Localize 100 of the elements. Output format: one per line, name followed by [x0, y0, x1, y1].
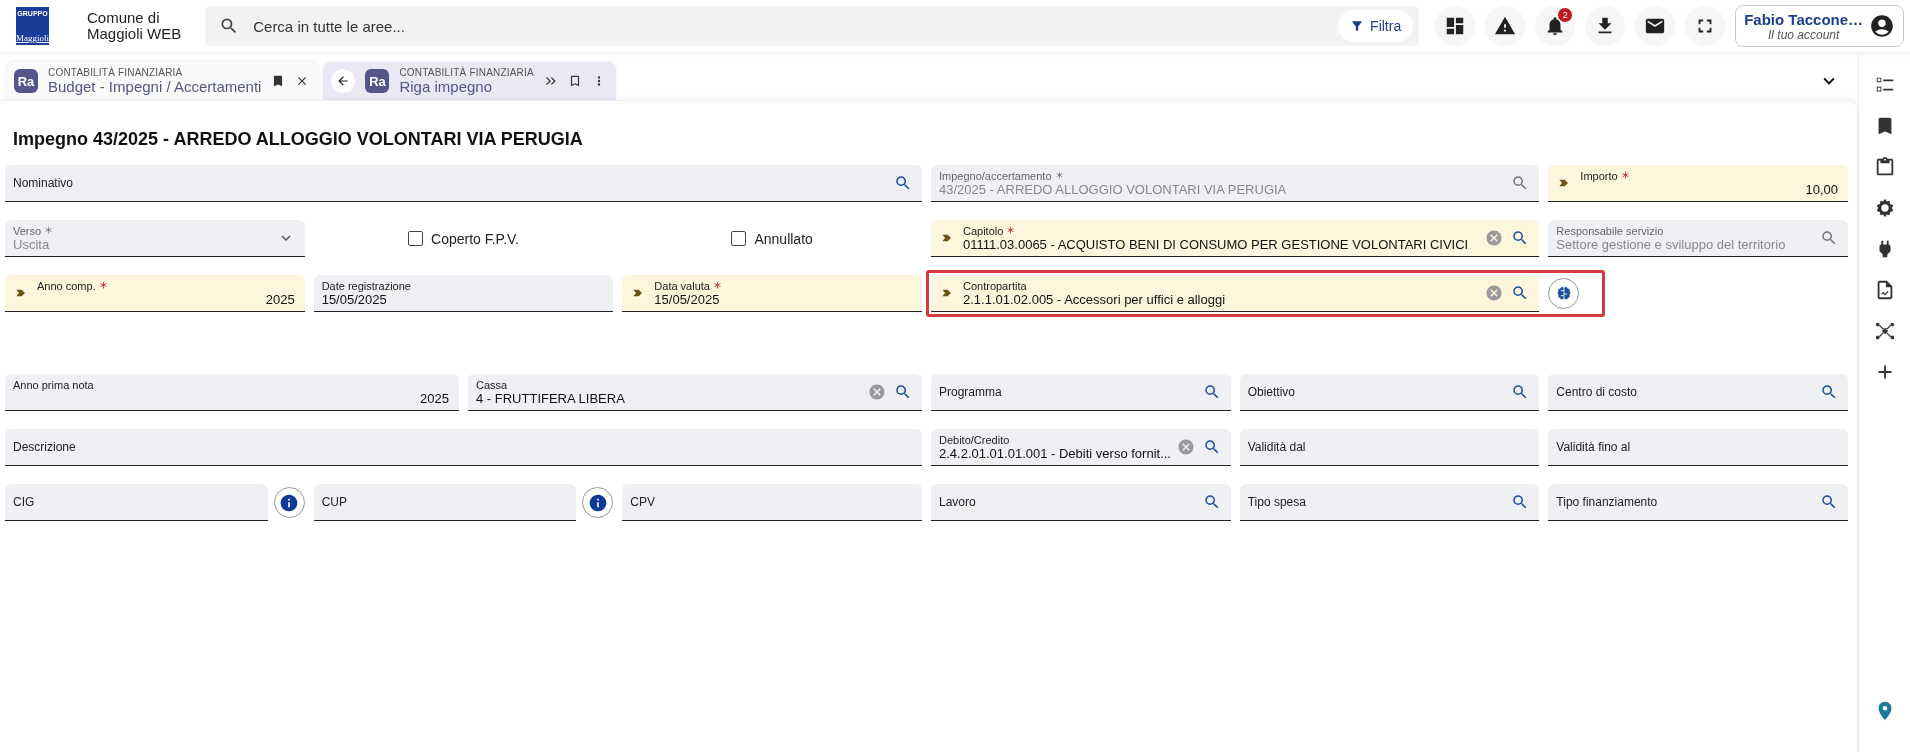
- field-value: 2.1.1.01.02.005 - Accessori per uffici e alloggi: [963, 291, 1227, 307]
- field-label: CPV: [630, 495, 655, 509]
- field-label: Centro di costo: [1556, 385, 1638, 399]
- dashboard-button[interactable]: [1435, 6, 1476, 46]
- field-label: Validità fino al: [1556, 440, 1631, 454]
- field-label: Anno comp.: [37, 279, 96, 292]
- input-field[interactable]: CIG: [5, 484, 268, 521]
- select-field[interactable]: Verso Uscita: [5, 220, 305, 257]
- fullscreen-button[interactable]: [1685, 6, 1726, 46]
- network-icon[interactable]: [1873, 320, 1896, 342]
- tab-title: Budget - Impegni / Accertamenti: [48, 78, 262, 95]
- notification-count: 2: [1558, 8, 1573, 22]
- download-button[interactable]: [1585, 6, 1626, 46]
- search-icon[interactable]: [1202, 438, 1221, 456]
- field-label: Data valuta: [654, 279, 710, 292]
- number-field[interactable]: Anno comp. 2025: [5, 275, 305, 312]
- field-value: 4 - FRUTTIFERA LIBERA: [476, 390, 626, 406]
- field-value: 10,00: [1804, 181, 1838, 197]
- search-icon[interactable]: [1202, 383, 1221, 401]
- filter-button[interactable]: Filtra: [1338, 10, 1414, 42]
- field-label: Anno prima nota: [13, 378, 94, 391]
- input-field[interactable]: CUP: [313, 484, 577, 521]
- field-label: Cassa: [476, 378, 508, 391]
- tab-title: Riga impegno: [399, 78, 493, 95]
- tab-category: CONTABILITÀ FINANZIARIA: [48, 67, 184, 78]
- tab[interactable]: Ra CONTABILITÀ FINANZIARIA Budget - Impegni / Accertamenti: [6, 62, 320, 100]
- input-field[interactable]: Data valuta 15/05/2025: [622, 275, 922, 312]
- account-icon: [1869, 13, 1896, 39]
- field-label: Verso: [13, 224, 42, 237]
- lookup-field[interactable]: Debito/Credito 2.4.2.01.01.01.001 - Debiti verso fornit...: [931, 429, 1231, 466]
- lookup-field[interactable]: Cassa 4 - FRUTTIFERA LIBERA: [468, 374, 922, 411]
- field-label: Validità dal: [1247, 440, 1306, 454]
- field-label: Nominativo: [13, 176, 74, 190]
- notifications-button[interactable]: 2: [1535, 6, 1576, 46]
- clear-icon[interactable]: [1485, 229, 1504, 247]
- warning-button[interactable]: [1485, 6, 1526, 46]
- lookup-field[interactable]: Programma: [931, 374, 1231, 411]
- back-icon[interactable]: [331, 69, 356, 93]
- input-field[interactable]: Validità dal: [1239, 429, 1540, 466]
- brain-button[interactable]: [1548, 278, 1580, 309]
- app-badge: Ra: [14, 69, 38, 93]
- field-label: Obiettivo: [1247, 385, 1295, 399]
- field-label: Date registrazione: [321, 279, 411, 292]
- lookup-field[interactable]: Nominativo: [5, 165, 922, 202]
- info-icon: [587, 492, 608, 513]
- search-icon[interactable]: [1820, 229, 1838, 247]
- field-label: Tipo finanziamento: [1556, 495, 1658, 509]
- tab-category: CONTABILITÀ FINANZIARIA: [399, 67, 534, 78]
- search-icon[interactable]: [1820, 493, 1838, 511]
- field-value: 2025: [264, 291, 295, 307]
- field-label: Impegno/accertamento: [939, 169, 1052, 182]
- field-label: Contropartita: [963, 279, 1027, 292]
- app-badge: Ra: [365, 69, 390, 93]
- lookup-field[interactable]: Contropartita 2.1.1.01.02.005 - Accessori per uffici e alloggi: [931, 275, 1540, 312]
- checkbox[interactable]: [408, 231, 423, 246]
- field-label: Programma: [939, 385, 1002, 399]
- info-button[interactable]: [582, 487, 614, 518]
- page-title: Impegno 43/2025 - ARREDO ALLOGGIO VOLONTARI VIA PERUGIA: [13, 129, 584, 150]
- field-label: Lavoro: [939, 495, 976, 509]
- lookup-field[interactable]: Impegno/accertamento 43/2025 - ARREDO ALLOGGIO VOLONTARI VIA PERUGIA: [931, 165, 1540, 202]
- lookup-field[interactable]: Responsabile servizio Settore gestione e sviluppo del territorio: [1548, 220, 1848, 257]
- mail-button[interactable]: [1635, 6, 1676, 46]
- field-value: 15/05/2025: [321, 291, 387, 307]
- search-icon[interactable]: [1820, 383, 1838, 401]
- field-value: Uscita: [13, 236, 51, 252]
- search-icon[interactable]: [1202, 493, 1221, 511]
- checkbox[interactable]: [731, 231, 747, 246]
- search-icon[interactable]: [894, 174, 912, 192]
- account-button[interactable]: Fabio Taccone… Il tuo account: [1735, 5, 1905, 47]
- warning-icon: [1494, 15, 1517, 37]
- lookup-field[interactable]: Centro di costo: [1548, 374, 1848, 411]
- input-field[interactable]: Descrizione: [5, 429, 922, 466]
- input-field[interactable]: CPV: [622, 484, 922, 521]
- input-field[interactable]: Date registrazione 15/05/2025: [313, 275, 614, 312]
- input-field[interactable]: Validità fino al: [1548, 429, 1848, 466]
- field-value: 15/05/2025: [654, 291, 721, 307]
- lookup-field[interactable]: Tipo spesa: [1239, 484, 1540, 521]
- clear-icon[interactable]: [1485, 284, 1504, 302]
- checkbox-option[interactable]: Annullato: [731, 230, 813, 247]
- number-field[interactable]: Importo 10,00: [1548, 165, 1848, 202]
- lookup-field[interactable]: Obiettivo: [1239, 374, 1540, 411]
- lookup-field[interactable]: Lavoro: [931, 484, 1231, 521]
- field-value: 2.4.2.01.01.01.001 - Debiti verso fornit...: [939, 445, 1169, 461]
- field-label: CIG: [13, 495, 35, 509]
- app-name: Maggioli WEB: [87, 26, 182, 42]
- field-value: 2025: [419, 390, 449, 406]
- checkbox-option[interactable]: Coperto F.P.V.: [408, 230, 519, 247]
- field-label: Descrizione: [13, 440, 76, 454]
- app-name: Comune di: [87, 10, 161, 26]
- field-label: Capitolo: [963, 224, 1004, 237]
- lookup-field[interactable]: Tipo finanziamento: [1548, 484, 1848, 521]
- info-button[interactable]: [273, 487, 305, 518]
- field-label: Importo: [1580, 169, 1618, 182]
- lookup-field[interactable]: Capitolo 01111.03.0065 - ACQUISTO BENI DI CONSUMO PER GESTIONE VOLONTARI CIVICI: [931, 220, 1540, 257]
- field-value: Settore gestione e sviluppo del territorio: [1556, 236, 1787, 252]
- number-field[interactable]: Anno prima nota 2025: [5, 374, 459, 411]
- global-search-field[interactable]: Cerca in tutte le aree... Filtra: [205, 6, 1420, 46]
- field-label: Tipo spesa: [1247, 495, 1306, 509]
- field-label: Debito/Credito: [939, 433, 1010, 446]
- search-icon[interactable]: [894, 383, 912, 401]
